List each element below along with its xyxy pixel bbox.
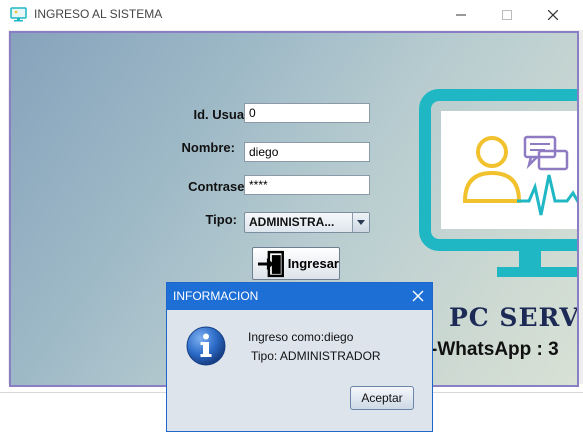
brand-name: PC SERV xyxy=(449,303,579,332)
door-exit-icon xyxy=(257,250,284,277)
dialog-title-bar[interactable]: INFORMACION xyxy=(167,283,432,310)
chevron-down-icon[interactable] xyxy=(352,213,369,232)
info-icon xyxy=(186,326,226,366)
login-button[interactable]: Ingresar xyxy=(252,247,340,280)
minimize-button[interactable] xyxy=(438,0,484,30)
maximize-button[interactable] xyxy=(484,0,530,30)
close-button[interactable] xyxy=(530,0,576,30)
minimize-icon xyxy=(456,14,466,16)
monitor-logo-icon xyxy=(419,89,577,277)
login-button-label: Ingresar xyxy=(287,256,339,271)
password-field[interactable]: **** xyxy=(244,175,370,195)
window-title: INGRESO AL SISTEMA xyxy=(34,7,163,21)
dialog-message-line1: Ingreso como:diego xyxy=(248,330,354,344)
type-select[interactable]: ADMINISTRA... xyxy=(244,212,370,233)
user-id-field[interactable]: 0 xyxy=(244,103,370,123)
title-bar[interactable]: INGRESO AL SISTEMA xyxy=(0,0,583,30)
name-label: Nombre: xyxy=(181,140,235,155)
dialog-title: INFORMACION xyxy=(173,289,259,303)
whatsapp-text: -WhatsApp : 3 xyxy=(431,339,559,360)
type-label: Tipo: xyxy=(205,212,237,227)
dialog-body: Ingreso como:diego Tipo: ADMINISTRADOR A… xyxy=(167,310,432,431)
type-select-value: ADMINISTRA... xyxy=(249,215,335,229)
dialog-message-line2: Tipo: ADMINISTRADOR xyxy=(251,349,381,363)
name-field[interactable]: diego xyxy=(244,142,370,162)
accept-button[interactable]: Aceptar xyxy=(350,386,414,410)
close-icon[interactable] xyxy=(412,290,424,302)
monitor-app-icon xyxy=(10,7,27,22)
maximize-icon xyxy=(502,10,512,20)
info-dialog: INFORMACION Ingreso como:diego Tipo: ADM… xyxy=(166,282,433,432)
close-icon xyxy=(548,10,558,20)
